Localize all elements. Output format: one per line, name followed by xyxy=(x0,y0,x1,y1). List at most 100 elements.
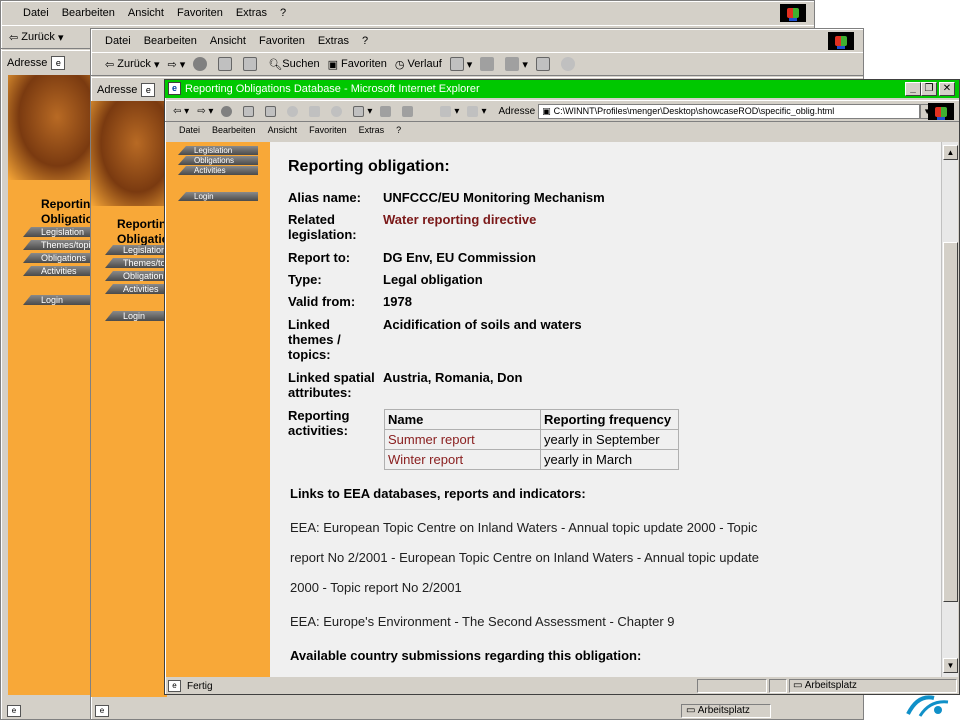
nav-legislation[interactable]: Legislation xyxy=(178,146,258,155)
discuss-button[interactable] xyxy=(535,57,553,71)
messenger-button[interactable] xyxy=(560,57,578,71)
menu-extras[interactable]: Extras xyxy=(236,7,267,19)
status-cell xyxy=(769,679,787,693)
nav-login[interactable]: Login xyxy=(23,295,91,305)
print-button[interactable] xyxy=(480,57,497,71)
activity-link[interactable]: Winter report xyxy=(384,449,541,470)
activity-frequency: yearly in September xyxy=(540,429,679,450)
home-button[interactable] xyxy=(243,57,260,71)
field-label: Valid from: xyxy=(288,294,356,309)
eea-link-line[interactable]: EEA: European Topic Centre on Inland Wat… xyxy=(290,520,757,535)
address-input[interactable]: ▣ C:\WINNT\Profiles\menger\Desktop\showc… xyxy=(538,103,921,119)
favorites-icon xyxy=(309,105,321,117)
field-value: Austria, Romania, Don xyxy=(383,370,523,385)
nav-legislation[interactable]: Legislation xyxy=(105,245,167,255)
edit-icon xyxy=(402,105,414,117)
scroll-up-button[interactable]: ▲ xyxy=(943,145,958,160)
menu-ansicht[interactable]: Ansicht xyxy=(268,125,298,135)
nav-login[interactable]: Login xyxy=(105,311,167,321)
menu-extras[interactable]: Extras xyxy=(359,125,385,135)
maximize-button[interactable]: ❐ xyxy=(921,82,937,96)
legislation-link[interactable]: Water reporting directive xyxy=(383,212,536,227)
menu-ansicht[interactable]: Ansicht xyxy=(210,35,246,47)
close-button[interactable]: ✕ xyxy=(939,82,955,96)
nav-legislation[interactable]: Legislation xyxy=(23,227,91,237)
menu-favoriten[interactable]: Favoriten xyxy=(259,35,305,47)
ie-page-icon: e xyxy=(141,82,156,97)
nav-activities[interactable]: Activities xyxy=(105,284,167,294)
nav-themes[interactable]: Themes/topics xyxy=(105,258,167,268)
nav-activities[interactable]: Activities xyxy=(23,266,91,276)
menu-help[interactable]: ? xyxy=(280,7,286,19)
activity-link[interactable]: Summer report xyxy=(384,429,541,450)
menu-datei[interactable]: Datei xyxy=(105,35,131,47)
nav-obligations[interactable]: Obligations xyxy=(105,271,167,281)
back-arrow-icon: ⇦ ▾ xyxy=(173,105,190,117)
window-title: Reporting Obligations Database - Microso… xyxy=(185,83,480,95)
field-label: Alias name: xyxy=(288,190,361,205)
status-text: Fertig xyxy=(187,680,213,692)
menu-ansicht[interactable]: Ansicht xyxy=(128,7,164,19)
search-button[interactable]: 🔍︎ Suchen xyxy=(268,58,319,71)
nav-activities[interactable]: Activities xyxy=(178,166,258,175)
menu-help[interactable]: ? xyxy=(362,35,368,47)
favorites-button[interactable] xyxy=(309,105,323,117)
vertical-scrollbar[interactable]: ▲ ▼ xyxy=(941,142,958,677)
minimize-button[interactable]: _ xyxy=(905,82,921,96)
title-bar[interactable]: e Reporting Obligations Database - Micro… xyxy=(165,80,959,98)
menu-datei[interactable]: Datei xyxy=(179,125,200,135)
menu-favoriten[interactable]: Favoriten xyxy=(177,7,223,19)
scrollbar-thumb[interactable] xyxy=(943,242,958,602)
back-button[interactable]: ⇦ Zurück ▾ xyxy=(105,58,159,71)
nav-login[interactable]: Login xyxy=(178,192,258,201)
stop-icon xyxy=(193,57,208,71)
mail-button[interactable]: ▾ xyxy=(449,57,472,71)
page-content: Legislation Obligations Activities Login… xyxy=(166,142,941,677)
print-button[interactable] xyxy=(380,105,394,117)
edit-icon xyxy=(505,57,520,71)
favorites-button[interactable]: ▣ Favoriten xyxy=(328,58,387,71)
history-button[interactable] xyxy=(331,105,345,117)
back-button[interactable]: ⇦ Zurück ▾ xyxy=(9,31,63,44)
nav-obligations[interactable]: Obligations xyxy=(23,253,91,263)
search-button[interactable] xyxy=(287,105,301,117)
forward-button[interactable]: ⇨ ▾ xyxy=(197,106,213,117)
activities-table: Name Reporting frequency Summer report y… xyxy=(384,409,679,470)
eea-link-line[interactable]: report No 2/2001 - European Topic Centre… xyxy=(290,550,759,565)
eea-link-line[interactable]: EEA: Europe's Environment - The Second A… xyxy=(290,614,675,629)
home-button[interactable] xyxy=(265,105,279,117)
nav-obligations[interactable]: Obligations xyxy=(178,156,258,165)
edit-button[interactable]: ▾ xyxy=(505,57,528,71)
eea-link-line[interactable]: 2000 - Topic report No 2/2001 xyxy=(290,580,462,595)
logo-graphic-icon xyxy=(904,688,952,718)
back-arrow-icon: ⇦ xyxy=(105,58,118,71)
history-button[interactable]: ◷ Verlauf xyxy=(395,58,442,71)
ie-page-icon: e xyxy=(51,55,66,70)
field-label: Related legislation: xyxy=(288,212,357,242)
stop-button[interactable] xyxy=(193,57,210,71)
menu-bearbeiten[interactable]: Bearbeiten xyxy=(212,125,256,135)
discuss-button[interactable]: ▾ xyxy=(440,105,459,117)
back-button[interactable]: ⇦ ▾ xyxy=(173,106,189,117)
menu-help[interactable]: ? xyxy=(396,125,401,135)
mail-button[interactable]: ▾ xyxy=(353,105,372,117)
nav-themes[interactable]: Themes/topics xyxy=(23,240,91,250)
messenger-button[interactable]: ▾ xyxy=(467,105,486,117)
stop-button[interactable] xyxy=(221,105,235,117)
scroll-down-button[interactable]: ▼ xyxy=(943,658,958,673)
edit-button[interactable] xyxy=(402,105,416,117)
menu-bearbeiten[interactable]: Bearbeiten xyxy=(144,35,197,47)
refresh-button[interactable] xyxy=(243,105,257,117)
menu-datei[interactable]: Datei xyxy=(23,7,49,19)
print-icon xyxy=(480,57,495,71)
menu-bearbeiten[interactable]: Bearbeiten xyxy=(62,7,115,19)
menu-extras[interactable]: Extras xyxy=(318,35,349,47)
menu-favoriten[interactable]: Favoriten xyxy=(309,125,347,135)
field-label: Report to: xyxy=(288,250,351,265)
refresh-icon xyxy=(218,57,233,71)
sidebar-title: ReportingObligations xyxy=(41,197,91,226)
refresh-button[interactable] xyxy=(218,57,235,71)
forward-button[interactable]: ⇨ ▾ xyxy=(167,58,185,71)
messenger-icon xyxy=(560,57,575,71)
sidebar-header-image xyxy=(91,101,167,206)
